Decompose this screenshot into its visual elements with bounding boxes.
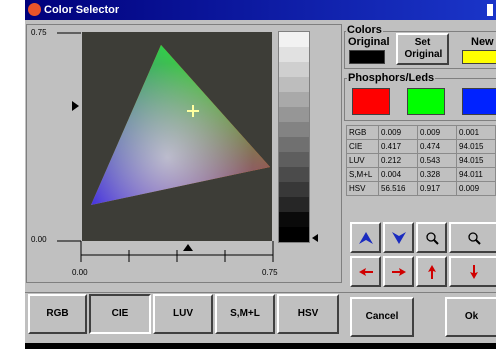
arrow-down-icon	[391, 231, 406, 244]
arrow-small-down-icon	[469, 264, 478, 279]
original-color-swatch	[349, 50, 385, 64]
gray-step	[279, 77, 309, 92]
value-cell: 0.009	[378, 125, 418, 140]
set-original-button[interactable]: Set Original	[396, 33, 449, 65]
tab-sml-label: S,M+L	[230, 308, 260, 319]
table-row: CIE 0.417 0.474 94.015	[346, 139, 496, 154]
tab-rgb[interactable]: RGB	[28, 294, 87, 334]
move-up-button[interactable]	[350, 222, 381, 253]
tab-hsv-label: HSV	[297, 308, 319, 319]
value-cell: 0.474	[417, 139, 457, 154]
new-color-swatch	[462, 50, 496, 64]
gray-step	[279, 152, 309, 167]
phosphor-red-swatch[interactable]	[352, 88, 390, 115]
phosphor-green-swatch[interactable]	[407, 88, 445, 115]
cancel-button[interactable]: Cancel	[350, 297, 414, 337]
grayscale-bar[interactable]	[278, 31, 310, 243]
phosphors-group-title: Phosphors/Leds	[347, 72, 436, 84]
arrow-small-up-icon	[427, 264, 436, 279]
tab-cie[interactable]: CIE	[89, 294, 151, 334]
value-cell: 0.009	[456, 181, 496, 196]
gray-step	[279, 182, 309, 197]
title-bar[interactable]: Color Selector	[25, 0, 496, 20]
increase-button[interactable]	[416, 256, 447, 287]
tab-hsv[interactable]: HSV	[277, 294, 339, 334]
move-left-button[interactable]	[350, 256, 381, 287]
tab-luv[interactable]: LUV	[153, 294, 213, 334]
cancel-label: Cancel	[365, 311, 399, 322]
chromaticity-panel: 0.75 0.00 0.00 0.75	[26, 24, 342, 283]
zoom-in-icon	[425, 231, 439, 245]
move-right-button[interactable]	[383, 256, 414, 287]
gray-step	[279, 137, 309, 152]
row-label: S,M+L	[346, 167, 379, 182]
color-values-table: RGB 0.009 0.009 0.001 CIE 0.417 0.474 94.015 L…	[346, 125, 496, 196]
zoom-out-icon	[467, 231, 481, 245]
table-row: HSV 56.516 0.917 0.009	[346, 181, 496, 196]
gray-step	[279, 197, 309, 212]
color-selector-window: Color Selector 0.75 0.00 0.00 0.75 Color…	[25, 0, 496, 343]
chromaticity-plot[interactable]	[82, 32, 272, 241]
value-cell: 94.015	[456, 139, 496, 154]
value-cell: 94.011	[456, 167, 496, 182]
move-down-button[interactable]	[383, 222, 414, 253]
app-icon	[28, 3, 41, 16]
gray-step	[279, 167, 309, 182]
value-cell: 94.015	[456, 153, 496, 168]
original-label: Original	[347, 36, 391, 48]
cie-gamut-triangle	[91, 45, 270, 205]
gray-step	[279, 227, 309, 242]
new-label: New	[470, 36, 495, 48]
zoom-out-button[interactable]	[449, 222, 496, 253]
value-cell: 0.009	[417, 125, 457, 140]
gray-step	[279, 122, 309, 137]
gray-step	[279, 47, 309, 62]
zoom-in-button[interactable]	[416, 222, 447, 253]
gray-step	[279, 32, 309, 47]
gray-step	[279, 107, 309, 122]
table-row: RGB 0.009 0.009 0.001	[346, 125, 496, 140]
value-cell: 0.328	[417, 167, 457, 182]
ok-label: Ok	[464, 311, 479, 322]
set-original-label: Set Original	[404, 37, 443, 60]
row-label: CIE	[346, 139, 379, 154]
titlebar-button[interactable]	[487, 4, 493, 16]
tab-sml[interactable]: S,M+L	[215, 294, 275, 334]
arrow-left-icon	[358, 267, 373, 276]
y-pointer-icon[interactable]	[70, 100, 80, 112]
value-cell: 0.001	[456, 125, 496, 140]
value-cell: 0.004	[378, 167, 418, 182]
row-label: HSV	[346, 181, 379, 196]
window-shadow	[25, 343, 496, 349]
value-cell: 0.417	[378, 139, 418, 154]
tab-rgb-label: RGB	[46, 308, 69, 319]
gray-pointer-icon[interactable]	[311, 233, 319, 243]
value-cell: 56.516	[378, 181, 418, 196]
tab-cie-label: CIE	[111, 308, 129, 319]
row-label: LUV	[346, 153, 379, 168]
window-title: Color Selector	[44, 4, 120, 16]
value-cell: 0.543	[417, 153, 457, 168]
arrow-up-icon	[358, 231, 373, 244]
table-row: LUV 0.212 0.543 94.015	[346, 153, 496, 168]
value-cell: 0.212	[378, 153, 418, 168]
decrease-button[interactable]	[449, 256, 496, 287]
colors-group-title: Colors	[346, 24, 383, 36]
row-label: RGB	[346, 125, 379, 140]
phosphor-blue-swatch[interactable]	[462, 88, 496, 115]
x-pointer-icon[interactable]	[182, 243, 194, 253]
gray-step	[279, 62, 309, 77]
tab-luv-label: LUV	[173, 308, 193, 319]
arrow-right-icon	[391, 267, 406, 276]
gray-step	[279, 212, 309, 227]
value-cell: 0.917	[417, 181, 457, 196]
table-row: S,M+L 0.004 0.328 94.011	[346, 167, 496, 182]
ok-button[interactable]: Ok	[445, 297, 496, 337]
gray-step	[279, 92, 309, 107]
